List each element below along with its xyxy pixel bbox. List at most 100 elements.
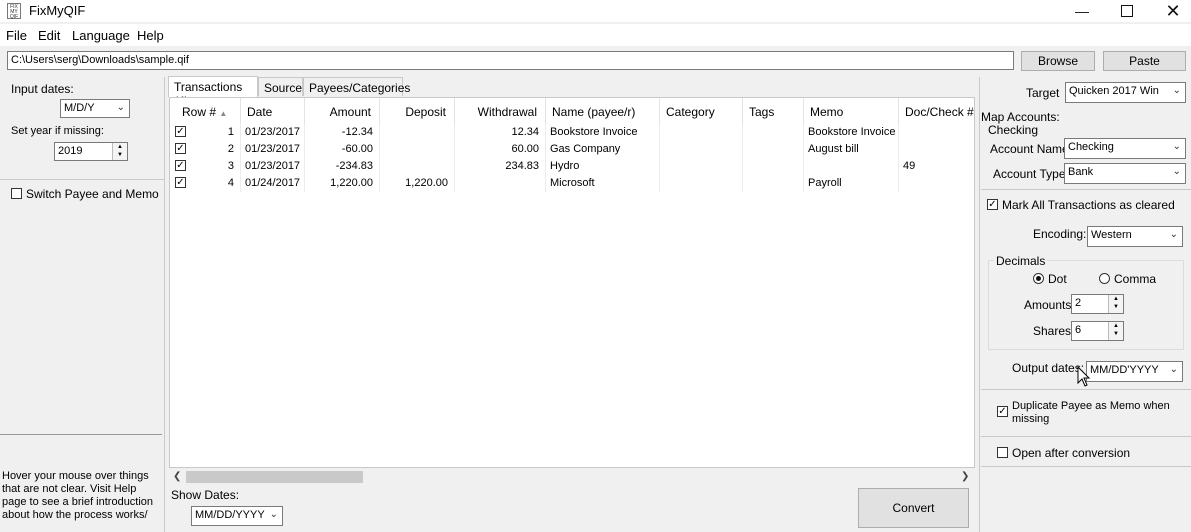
table-row[interactable]: 4 01/24/2017 1,220.00 1,220.00 Microsoft Payr… [170, 175, 974, 192]
cell-tags[interactable] [743, 141, 804, 158]
row-checkbox[interactable]: ✓ [175, 143, 186, 154]
cell-category[interactable] [660, 158, 743, 175]
cell-doc[interactable]: 49 [899, 158, 974, 175]
maximize-icon [1121, 5, 1133, 17]
minimize-button[interactable]: — [1059, 0, 1105, 22]
tab-source[interactable]: Source [258, 77, 303, 96]
cell-tags[interactable] [743, 158, 804, 175]
shares-stepper[interactable]: 6 ▲ ▼ [1071, 321, 1124, 341]
row-checkbox[interactable]: ✓ [175, 160, 186, 171]
cell-amount[interactable]: -60.00 [305, 141, 380, 158]
shares-label: Shares [1033, 324, 1072, 338]
tab-payees-categories[interactable]: Payees/Categories [303, 77, 410, 96]
cell-tags[interactable] [743, 124, 804, 141]
output-dates-label: Output dates: [1012, 361, 1085, 375]
column-header-category[interactable]: Category [660, 98, 743, 124]
cell-withdrawal[interactable]: 12.34 [455, 124, 546, 141]
help-divider [0, 434, 162, 435]
column-header-deposit[interactable]: Deposit [380, 98, 455, 124]
convert-button[interactable]: Convert [858, 488, 969, 528]
chevron-down-icon: ⌄ [1172, 141, 1181, 152]
cell-withdrawal[interactable]: 234.83 [455, 158, 546, 175]
tab-transactions[interactable]: Transactions (4) [168, 76, 258, 108]
mark-cleared-label: Mark All Transactions as cleared [1002, 198, 1175, 212]
menu-edit[interactable]: Edit [38, 28, 60, 43]
scroll-right-icon[interactable]: ❯ [961, 471, 969, 482]
cell-category[interactable] [660, 141, 743, 158]
cell-category[interactable] [660, 124, 743, 141]
cell-withdrawal[interactable] [455, 175, 546, 192]
cell-memo[interactable]: Payroll [804, 175, 899, 192]
column-header-withdrawal[interactable]: Withdrawal [455, 98, 546, 124]
minimize-icon: — [1075, 3, 1089, 19]
table-row[interactable]: 1 01/23/2017 -12.34 12.34 Bookstore Invoice B… [170, 124, 974, 141]
column-header-tags[interactable]: Tags [743, 98, 804, 124]
scroll-thumb[interactable] [186, 471, 363, 483]
cell-date[interactable]: 01/23/2017 [241, 124, 305, 141]
set-year-value: 2019 [58, 145, 83, 157]
column-header-memo[interactable]: Memo [804, 98, 899, 124]
row-checkbox[interactable]: ✓ [175, 177, 186, 188]
cell-withdrawal[interactable]: 60.00 [455, 141, 546, 158]
stepper-arrows-icon[interactable]: ▲ ▼ [1108, 322, 1123, 340]
input-dates-select[interactable]: M/D/Y ⌄ [60, 99, 130, 118]
column-header-row[interactable]: Row # ▲ [170, 98, 241, 124]
menu-file[interactable]: File [6, 28, 27, 43]
column-header-date[interactable]: Date [241, 98, 305, 124]
stepper-arrows-icon[interactable]: ▲ ▼ [1108, 295, 1123, 313]
encoding-select[interactable]: Western ⌄ [1087, 226, 1183, 247]
close-button[interactable]: ✕ [1150, 0, 1191, 22]
output-dates-select[interactable]: MM/DD'YYYY ⌄ [1086, 361, 1183, 382]
cell-deposit[interactable] [380, 141, 455, 158]
cell-memo[interactable] [804, 158, 899, 175]
paste-button[interactable]: Paste [1103, 51, 1186, 71]
cell-memo[interactable]: August bill [804, 141, 899, 158]
cell-memo[interactable]: Bookstore Invoice [804, 124, 899, 141]
cell-deposit[interactable]: 1,220.00 [380, 175, 455, 192]
switch-payee-memo-checkbox[interactable] [11, 188, 22, 199]
account-name-select[interactable]: Checking ⌄ [1064, 138, 1186, 159]
row-checkbox[interactable]: ✓ [175, 126, 186, 137]
column-header-name[interactable]: Name (payee/r) [546, 98, 660, 124]
duplicate-payee-checkbox[interactable]: ✓ [997, 406, 1008, 417]
cell-amount[interactable]: -12.34 [305, 124, 380, 141]
scroll-left-icon[interactable]: ❮ [173, 471, 181, 482]
cell-category[interactable] [660, 175, 743, 192]
cell-doc[interactable] [899, 141, 974, 158]
file-path-input[interactable]: C:\Users\serg\Downloads\sample.qif [7, 51, 1014, 70]
cell-amount[interactable]: 1,220.00 [305, 175, 380, 192]
chevron-down-icon: ⌄ [1169, 229, 1178, 240]
menu-language[interactable]: Language [72, 28, 130, 43]
menu-help[interactable]: Help [137, 28, 164, 43]
cell-date[interactable]: 01/23/2017 [241, 141, 305, 158]
target-select[interactable]: Quicken 2017 Win ⌄ [1065, 82, 1186, 103]
show-dates-select[interactable]: MM/DD/YYYY ⌄ [191, 506, 283, 526]
cell-date[interactable]: 01/24/2017 [241, 175, 305, 192]
cell-tags[interactable] [743, 175, 804, 192]
cell-name[interactable]: Microsoft [546, 175, 660, 192]
set-year-stepper[interactable]: 2019 ▲ ▼ [54, 142, 128, 161]
cell-name[interactable]: Gas Company [546, 141, 660, 158]
right-divider-2 [981, 389, 1191, 390]
maximize-button[interactable] [1104, 0, 1150, 22]
account-type-select[interactable]: Bank ⌄ [1064, 163, 1186, 184]
browse-button[interactable]: Browse [1021, 51, 1095, 71]
open-after-checkbox[interactable] [997, 447, 1008, 458]
amounts-stepper[interactable]: 2 ▲ ▼ [1071, 294, 1124, 314]
cell-name[interactable]: Bookstore Invoice [546, 124, 660, 141]
cell-name[interactable]: Hydro [546, 158, 660, 175]
table-row[interactable]: 3 01/23/2017 -234.83 234.83 Hydro 49 ✓ [170, 158, 974, 175]
cell-doc[interactable] [899, 175, 974, 192]
column-header-amount[interactable]: Amount [305, 98, 380, 124]
dot-radio[interactable] [1033, 273, 1044, 284]
comma-radio[interactable] [1099, 273, 1110, 284]
cell-deposit[interactable] [380, 158, 455, 175]
cell-date[interactable]: 01/23/2017 [241, 158, 305, 175]
cell-deposit[interactable] [380, 124, 455, 141]
cell-amount[interactable]: -234.83 [305, 158, 380, 175]
stepper-arrows-icon[interactable]: ▲ ▼ [112, 143, 127, 160]
mark-cleared-checkbox[interactable]: ✓ [987, 199, 998, 210]
column-header-doc[interactable]: Doc/Check # [899, 98, 974, 124]
table-row[interactable]: 2 01/23/2017 -60.00 60.00 Gas Company August … [170, 141, 974, 158]
cell-doc[interactable] [899, 124, 974, 141]
